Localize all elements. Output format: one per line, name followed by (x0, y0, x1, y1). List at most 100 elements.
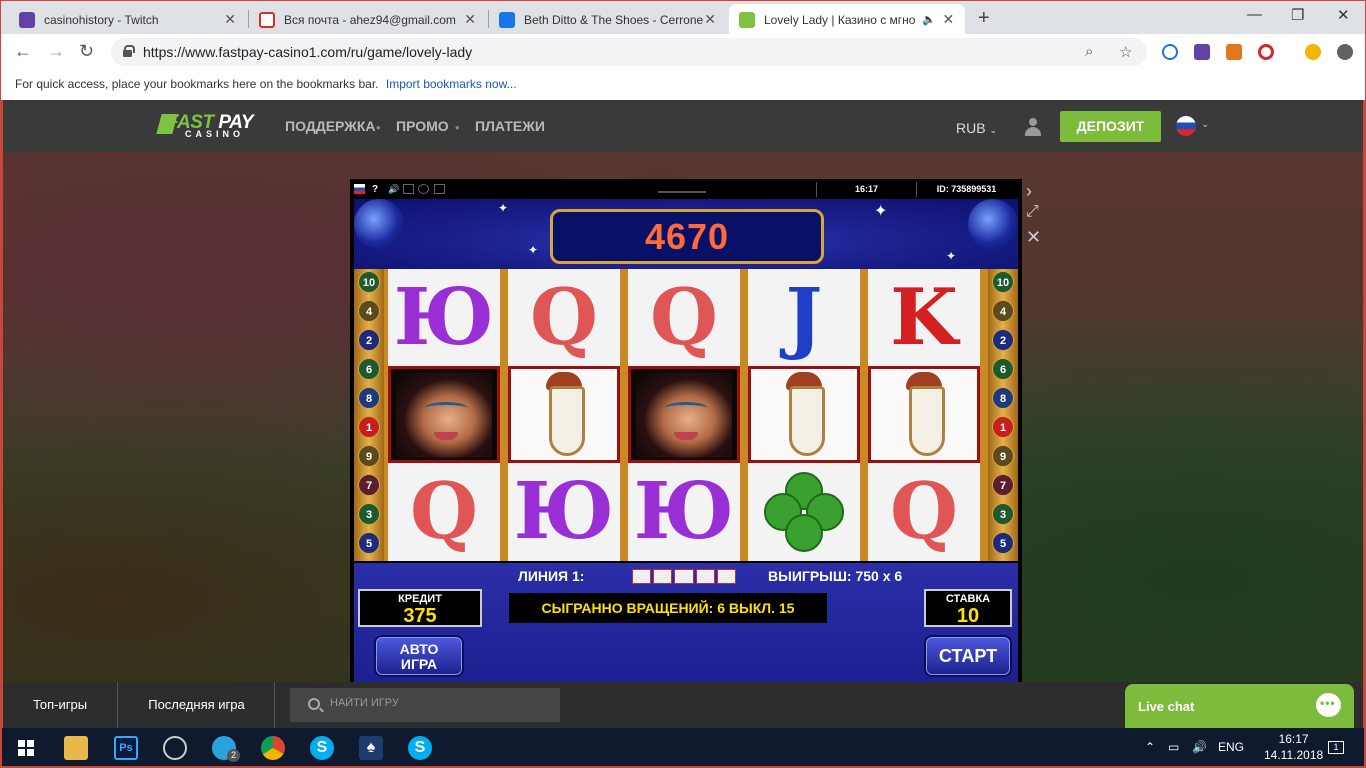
russia-flag-icon[interactable] (1176, 116, 1196, 136)
system-clock[interactable]: 16:17 14.11.2018 (1264, 731, 1323, 763)
twitch-extension-icon[interactable] (1194, 44, 1210, 60)
spins-counter: СЫГРАННО ВРАЩЕНИЙ: 6 ВЫКЛ. 15 (509, 593, 827, 623)
volume-icon[interactable]: 🔊 (1192, 740, 1207, 754)
tab-title: Beth Ditto & The Shoes - Cerrone (524, 12, 704, 27)
photoshop-icon[interactable]: Ps (114, 736, 138, 760)
metamask-icon[interactable] (1226, 44, 1242, 60)
symbol-clover (748, 463, 860, 560)
extension-icon[interactable] (1162, 44, 1178, 60)
mushroom-icon (534, 371, 594, 458)
reload-button[interactable]: ↻ (79, 41, 94, 62)
expand-icon[interactable]: ⤢ (1026, 203, 1039, 221)
back-button[interactable]: ← (14, 41, 32, 62)
line-number: 10 (358, 271, 380, 293)
user-icon[interactable] (1024, 118, 1042, 136)
menu-toggle-icon[interactable] (658, 183, 706, 193)
nav-payments[interactable]: ПЛАТЕЖИ (475, 118, 545, 134)
game-time: 16:17 (816, 182, 916, 197)
star-icon: ✦ (946, 249, 957, 263)
deposit-button[interactable]: ДЕПОЗИТ (1060, 111, 1161, 142)
line-number: 3 (992, 503, 1014, 525)
address-bar[interactable]: https://www.fastpay-casino1.com/ru/game/… (111, 38, 1147, 66)
restore-button[interactable]: ❐ (1291, 6, 1304, 24)
minimize-button[interactable]: — (1247, 6, 1262, 23)
refresh-icon[interactable] (418, 184, 429, 194)
browser-toolbar: ← → ↻ https://www.fastpay-casino1.com/ru… (0, 34, 1366, 70)
windows-start-icon[interactable] (18, 740, 34, 756)
search-icon (308, 698, 320, 710)
close-icon[interactable]: ✕ (1026, 227, 1041, 248)
line-number: 1 (992, 416, 1014, 438)
clock-time: 16:17 (1278, 732, 1309, 746)
tab-gmail[interactable]: Вся почта - ahez94@gmail.com ✕ (249, 4, 487, 35)
mushroom-icon (894, 371, 954, 458)
new-tab-button[interactable]: + (978, 7, 990, 30)
close-window-button[interactable]: ✕ (1337, 6, 1350, 24)
live-chat-label: Live chat (1138, 699, 1195, 714)
search-input[interactable] (330, 697, 550, 709)
russia-flag-icon[interactable] (354, 184, 365, 194)
start-button[interactable]: СТАРТ (924, 635, 1012, 677)
bet-box[interactable]: СТАВКА 10 (924, 589, 1012, 627)
skype-icon[interactable]: S (408, 736, 432, 760)
bookmarks-bar: For quick access, place your bookmarks h… (0, 70, 1366, 100)
fastpay-icon (739, 11, 755, 28)
close-icon[interactable]: ✕ (463, 11, 477, 28)
game-search[interactable] (290, 688, 560, 722)
line-indicator-right: 10 4 2 6 8 1 9 7 3 5 (988, 269, 1018, 561)
nav-promo[interactable]: ПРОМО (396, 118, 449, 134)
tab-lovely-lady[interactable]: Lovely Lady | Казино с мгновенными выпла… (729, 4, 965, 35)
file-explorer-icon[interactable] (64, 736, 88, 760)
sound-icon[interactable]: 🔊 (388, 184, 399, 194)
auto-label-line2: ИГРА (400, 656, 438, 672)
credit-box: КРЕДИТ 375 (358, 589, 482, 627)
last-game-tab[interactable]: Последняя игра (119, 682, 275, 728)
tab-youtube[interactable]: Beth Ditto & The Shoes - Cerrone ✕ (489, 4, 727, 35)
top-games-tab[interactable]: Топ-игры (3, 682, 118, 728)
line-number: 10 (992, 271, 1014, 293)
telegram-icon[interactable]: 2 (212, 736, 240, 762)
bookmark-star-icon[interactable]: ☆ (1119, 43, 1132, 61)
chrome-icon[interactable] (261, 736, 285, 760)
chevron-down-icon[interactable]: ⌄ (1201, 119, 1209, 130)
auto-play-button[interactable]: АВТО ИГРА (374, 635, 464, 677)
import-bookmarks-link[interactable]: Import bookmarks now... (386, 77, 517, 91)
chevron-right-icon[interactable]: › (1026, 181, 1032, 202)
line-number: 2 (992, 329, 1014, 351)
obs-icon[interactable] (163, 736, 187, 760)
bet-value: 10 (956, 605, 980, 627)
settings-icon[interactable] (434, 184, 445, 194)
fastpay-logo[interactable]: FAST PAY CASINO (156, 112, 263, 140)
close-icon[interactable]: ✕ (703, 11, 717, 28)
skype-icon[interactable]: S (310, 736, 334, 760)
menu-icon[interactable] (1337, 44, 1353, 60)
help-icon[interactable]: ? (372, 184, 383, 195)
currency-selector[interactable]: RUB ⌄ (956, 120, 997, 136)
reel-3: Q Ю (628, 269, 740, 561)
close-icon[interactable]: ✕ (942, 11, 955, 28)
tray-chevron-icon[interactable]: ⌃ (1145, 740, 1155, 754)
line-number: 5 (358, 532, 380, 554)
profile-icon[interactable] (1305, 44, 1321, 60)
notifications-icon[interactable]: 1 (1328, 741, 1344, 754)
reel-1: Ю Q (388, 269, 500, 561)
slot-game[interactable]: ? 🔊 16:17 ID: 735899531 › ⤢ ✕ ✦ ✦ ✦ ✦ 46… (350, 179, 1041, 682)
poker-icon[interactable]: ♠ (359, 736, 383, 760)
nav-support[interactable]: ПОДДЕРЖКА (285, 118, 376, 134)
speaker-icon[interactable]: 🔈 (922, 13, 936, 26)
network-icon[interactable]: ▭ (1168, 740, 1179, 754)
browser-tab-bar: casinohistory - Twitch ✕ Вся почта - ahe… (0, 0, 1366, 35)
live-chat-button[interactable]: Live chat (1125, 684, 1354, 728)
close-icon[interactable]: ✕ (223, 11, 237, 28)
opera-icon[interactable] (1258, 44, 1274, 60)
mushroom-icon (774, 371, 834, 458)
fullscreen-icon[interactable] (403, 184, 414, 194)
forward-button[interactable]: → (47, 41, 65, 62)
url-text[interactable]: https://www.fastpay-casino1.com/ru/game/… (143, 44, 472, 60)
line-indicator-left: 10 4 2 6 8 1 9 7 3 5 (354, 269, 384, 561)
zoom-icon[interactable]: ⌕ (1085, 43, 1093, 60)
language-indicator[interactable]: ENG (1218, 740, 1244, 754)
tab-twitch[interactable]: casinohistory - Twitch ✕ (9, 4, 247, 35)
star-icon: ✦ (498, 201, 509, 215)
symbol-mushroom (868, 366, 980, 463)
